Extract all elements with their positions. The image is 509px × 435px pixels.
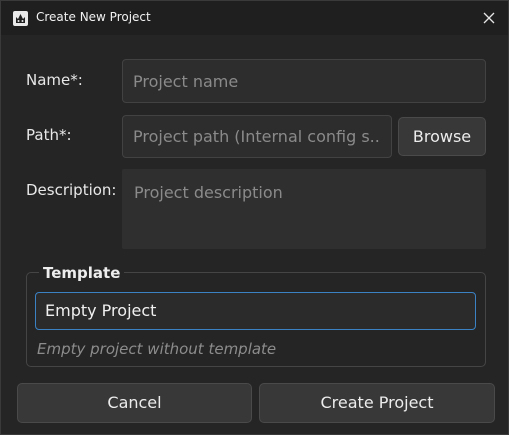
name-label: Name*: [26, 71, 83, 89]
description-label: Description: [26, 181, 117, 199]
create-project-dialog: Create New Project Name*: Path*: Browse … [0, 0, 509, 435]
app-icon [13, 11, 28, 26]
close-icon [483, 12, 495, 24]
create-project-button[interactable]: Create Project [259, 383, 495, 423]
template-description: Empty project without template [37, 340, 277, 358]
title-bar: Create New Project [1, 1, 508, 35]
template-group-title: Template [39, 264, 125, 282]
path-label: Path*: [26, 126, 72, 144]
description-input[interactable] [122, 169, 486, 249]
name-input[interactable] [122, 59, 486, 103]
template-select[interactable]: Empty Project [35, 292, 476, 330]
window-title: Create New Project [36, 10, 151, 24]
browse-button[interactable]: Browse [398, 117, 486, 156]
cancel-button[interactable]: Cancel [17, 383, 252, 423]
path-input[interactable] [122, 115, 392, 158]
close-button[interactable] [476, 5, 502, 31]
